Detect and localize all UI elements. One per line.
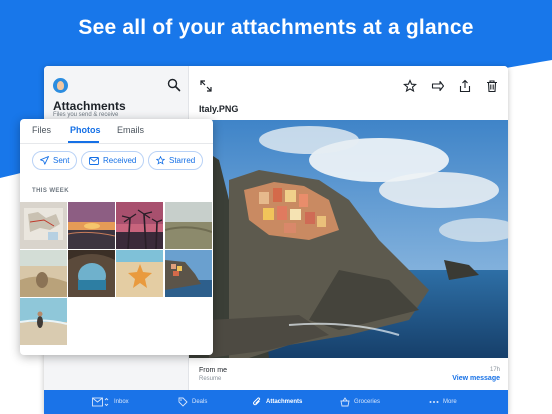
attachment-viewer: Italy.PNG From me Resume 17h View messag…	[189, 66, 508, 390]
nav-groceries[interactable]: Groceries	[340, 396, 380, 408]
filter-starred-button[interactable]: Starred	[148, 151, 204, 170]
search-icon[interactable]	[167, 78, 181, 92]
tab-emails[interactable]: Emails	[117, 125, 144, 135]
filter-sent-button[interactable]: Sent	[32, 151, 78, 170]
page-subtitle: Files you send & receive	[53, 112, 119, 118]
filter-sent-label: Sent	[53, 156, 70, 165]
thumbnail-palm-trees-photo[interactable]	[116, 202, 163, 249]
attachment-preview-image[interactable]	[189, 120, 508, 358]
nav-more-label: More	[443, 399, 457, 405]
filter-received-label: Received	[103, 156, 137, 165]
page-title: Attachments	[53, 99, 126, 113]
attachment-tabs: Files Photos Emails	[20, 119, 213, 144]
message-time: 17h	[489, 367, 500, 373]
tab-photos[interactable]: Photos	[70, 125, 101, 135]
trash-icon[interactable]	[485, 79, 499, 93]
message-subject: Resume	[199, 376, 222, 382]
inbox-icon	[92, 397, 109, 407]
thumbnail-sea-cave-photo[interactable]	[68, 250, 115, 297]
star-icon	[156, 156, 165, 165]
thumbnail-desert-photo[interactable]	[20, 250, 67, 297]
nav-more[interactable]: More	[429, 396, 457, 408]
section-label-this-week: THIS WEEK	[32, 188, 69, 194]
forward-icon[interactable]	[431, 79, 445, 93]
headline: See all of your attachments at a glance	[78, 16, 474, 39]
nav-deals[interactable]: Deals	[178, 396, 207, 408]
thumbnail-map-photo[interactable]	[20, 202, 67, 249]
nav-groceries-label: Groceries	[354, 399, 381, 405]
attachments-popover: Files Photos Emails Sent Received Starre…	[20, 119, 213, 355]
star-icon[interactable]	[403, 79, 417, 93]
tab-active-indicator	[68, 141, 99, 143]
nav-attachments-label: Attachments	[266, 399, 303, 405]
thumbnail-starfish-photo[interactable]	[116, 250, 163, 297]
share-icon[interactable]	[458, 79, 472, 93]
message-sender: From me	[199, 367, 227, 374]
nav-deals-label: Deals	[192, 399, 208, 405]
bottom-nav: Inbox Deals Attachments Groceries More	[44, 390, 508, 414]
nav-inbox-label: Inbox	[114, 399, 129, 405]
thumbnail-field-photo[interactable]	[165, 202, 212, 249]
thumbnail-sunset-photo[interactable]	[68, 202, 115, 249]
filter-starred-label: Starred	[169, 156, 196, 165]
tag-icon	[178, 397, 188, 407]
nav-attachments[interactable]: Attachments	[252, 396, 302, 408]
thumbnail-beach-person-photo[interactable]	[20, 298, 67, 345]
filter-received-button[interactable]: Received	[81, 151, 145, 170]
avatar[interactable]	[53, 78, 68, 93]
tab-files[interactable]: Files	[32, 125, 51, 135]
send-icon	[40, 156, 49, 165]
more-icon	[429, 401, 439, 403]
mail-icon	[89, 156, 99, 165]
nav-inbox[interactable]: Inbox	[92, 396, 129, 408]
expand-icon[interactable]	[199, 79, 213, 93]
paperclip-icon	[253, 397, 261, 406]
view-message-link[interactable]: View message	[452, 375, 500, 382]
attachment-filename: Italy.PNG	[199, 104, 239, 114]
basket-icon	[340, 397, 350, 407]
thumbnail-cinque-terre-photo[interactable]	[165, 250, 212, 297]
